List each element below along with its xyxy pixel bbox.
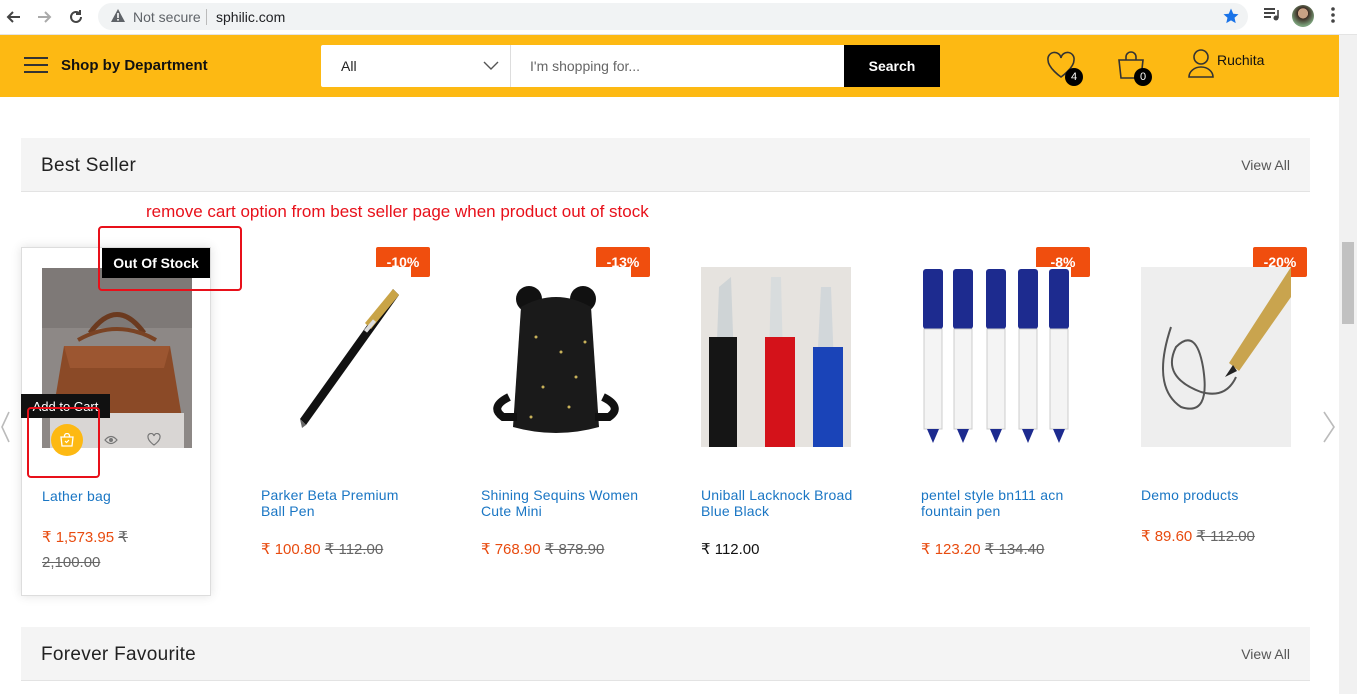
scrollbar-thumb[interactable]: [1342, 242, 1354, 324]
view-all-link[interactable]: View All: [1241, 646, 1290, 662]
product-card[interactable]: Uniball Lacknock Broad Blue Black ₹ 112.…: [681, 247, 871, 596]
hamburger-menu-icon[interactable]: [24, 57, 48, 78]
chevron-left-icon[interactable]: [0, 410, 10, 449]
security-label[interactable]: Not secure: [133, 9, 201, 25]
view-all-link[interactable]: View All: [1241, 157, 1290, 173]
product-price: ₹ 100.80 ₹ 112.00: [261, 537, 426, 562]
product-name[interactable]: Parker Beta Premium Ball Pen: [261, 487, 421, 519]
forever-favourite-header: Forever Favourite View All: [21, 627, 1310, 681]
user-name-link[interactable]: Ruchita: [1217, 52, 1264, 68]
product-card[interactable]: -20% Demo products ₹ 89.60 ₹ 112.00: [1121, 247, 1311, 596]
sale-price: ₹ 1,573.95: [42, 529, 115, 546]
original-price: ₹ 112.00: [1196, 528, 1255, 545]
shop-by-department-link[interactable]: Shop by Department: [61, 57, 208, 74]
sale-price: ₹ 89.60: [1141, 528, 1193, 545]
product-image[interactable]: [701, 267, 851, 447]
sale-price: ₹ 768.90: [481, 541, 541, 558]
site-header: Shop by Department All Search 4 0 Ruchit…: [0, 35, 1339, 97]
forward-icon[interactable]: [32, 5, 56, 29]
product-name[interactable]: Demo products: [1141, 487, 1301, 503]
chevron-down-icon: [483, 57, 499, 78]
cart-count-badge: 0: [1134, 68, 1152, 86]
divider: [206, 9, 207, 25]
product-name[interactable]: Lather bag: [42, 488, 202, 504]
product-name[interactable]: Uniball Lacknock Broad Blue Black: [701, 487, 861, 519]
quick-view-eye-icon[interactable]: [104, 433, 118, 451]
original-price: ₹ 134.40: [984, 541, 1045, 558]
product-price: ₹ 123.20 ₹ 134.40: [921, 537, 1086, 562]
search-button[interactable]: Search: [844, 45, 940, 87]
browser-toolbar: Not secure sphilic.com: [0, 0, 1357, 35]
product-image[interactable]: [481, 267, 631, 447]
original-price: ₹ 112.00: [324, 541, 384, 558]
section-title: Forever Favourite: [41, 644, 197, 665]
sale-price: ₹ 123.20: [921, 541, 981, 558]
product-price: ₹ 1,573.95 ₹ 2,100.00: [42, 525, 207, 575]
address-bar[interactable]: Not secure sphilic.com: [98, 3, 1248, 30]
profile-avatar[interactable]: [1292, 5, 1314, 27]
product-card[interactable]: -8% pentel style bn111 acn fountain pen …: [901, 247, 1091, 596]
product-name[interactable]: Shining Sequins Women Cute Mini: [481, 487, 641, 519]
product-price: ₹ 112.00: [701, 537, 866, 562]
best-seller-header: Best Seller View All: [21, 138, 1310, 192]
original-price-symbol: ₹: [118, 529, 128, 546]
sale-price: ₹ 100.80: [261, 541, 321, 558]
section-title: Best Seller: [41, 155, 137, 176]
annotation-text: remove cart option from best seller page…: [146, 202, 649, 221]
back-icon[interactable]: [2, 5, 26, 29]
product-card[interactable]: -10% Parker Beta Premium Ball Pen ₹ 100.…: [241, 247, 431, 596]
media-control-icon[interactable]: [1262, 5, 1280, 28]
product-image[interactable]: [1141, 267, 1291, 447]
bookmark-star-icon[interactable]: [1222, 7, 1240, 28]
product-name[interactable]: pentel style bn111 acn fountain pen: [921, 487, 1081, 519]
annotation-box: [27, 407, 100, 478]
search-bar: All Search: [321, 45, 940, 87]
category-select-value: All: [341, 58, 357, 74]
product-price: ₹ 89.60 ₹ 112.00: [1141, 524, 1306, 549]
product-price: ₹ 768.90 ₹ 878.90: [481, 537, 646, 562]
chevron-right-icon[interactable]: [1322, 410, 1336, 449]
product-image[interactable]: [921, 267, 1071, 447]
search-input[interactable]: [512, 45, 844, 87]
original-price: 2,100.00: [42, 554, 101, 571]
page-scrollbar[interactable]: [1339, 35, 1357, 694]
wishlist-heart-icon[interactable]: [147, 432, 161, 451]
url-text[interactable]: sphilic.com: [216, 9, 285, 25]
menu-dots-icon[interactable]: [1330, 5, 1336, 28]
wishlist-count-badge: 4: [1065, 68, 1083, 86]
user-icon[interactable]: [1187, 48, 1215, 83]
product-card[interactable]: -13% Shining Sequins Women Cute Mini ₹ 7…: [461, 247, 651, 596]
category-select[interactable]: All: [321, 45, 511, 87]
annotation-box: [98, 226, 242, 291]
original-price: ₹ 878.90: [544, 541, 605, 558]
product-image[interactable]: [261, 267, 411, 447]
warning-icon[interactable]: [110, 8, 126, 26]
price: ₹ 112.00: [701, 541, 760, 558]
reload-icon[interactable]: [64, 5, 88, 29]
